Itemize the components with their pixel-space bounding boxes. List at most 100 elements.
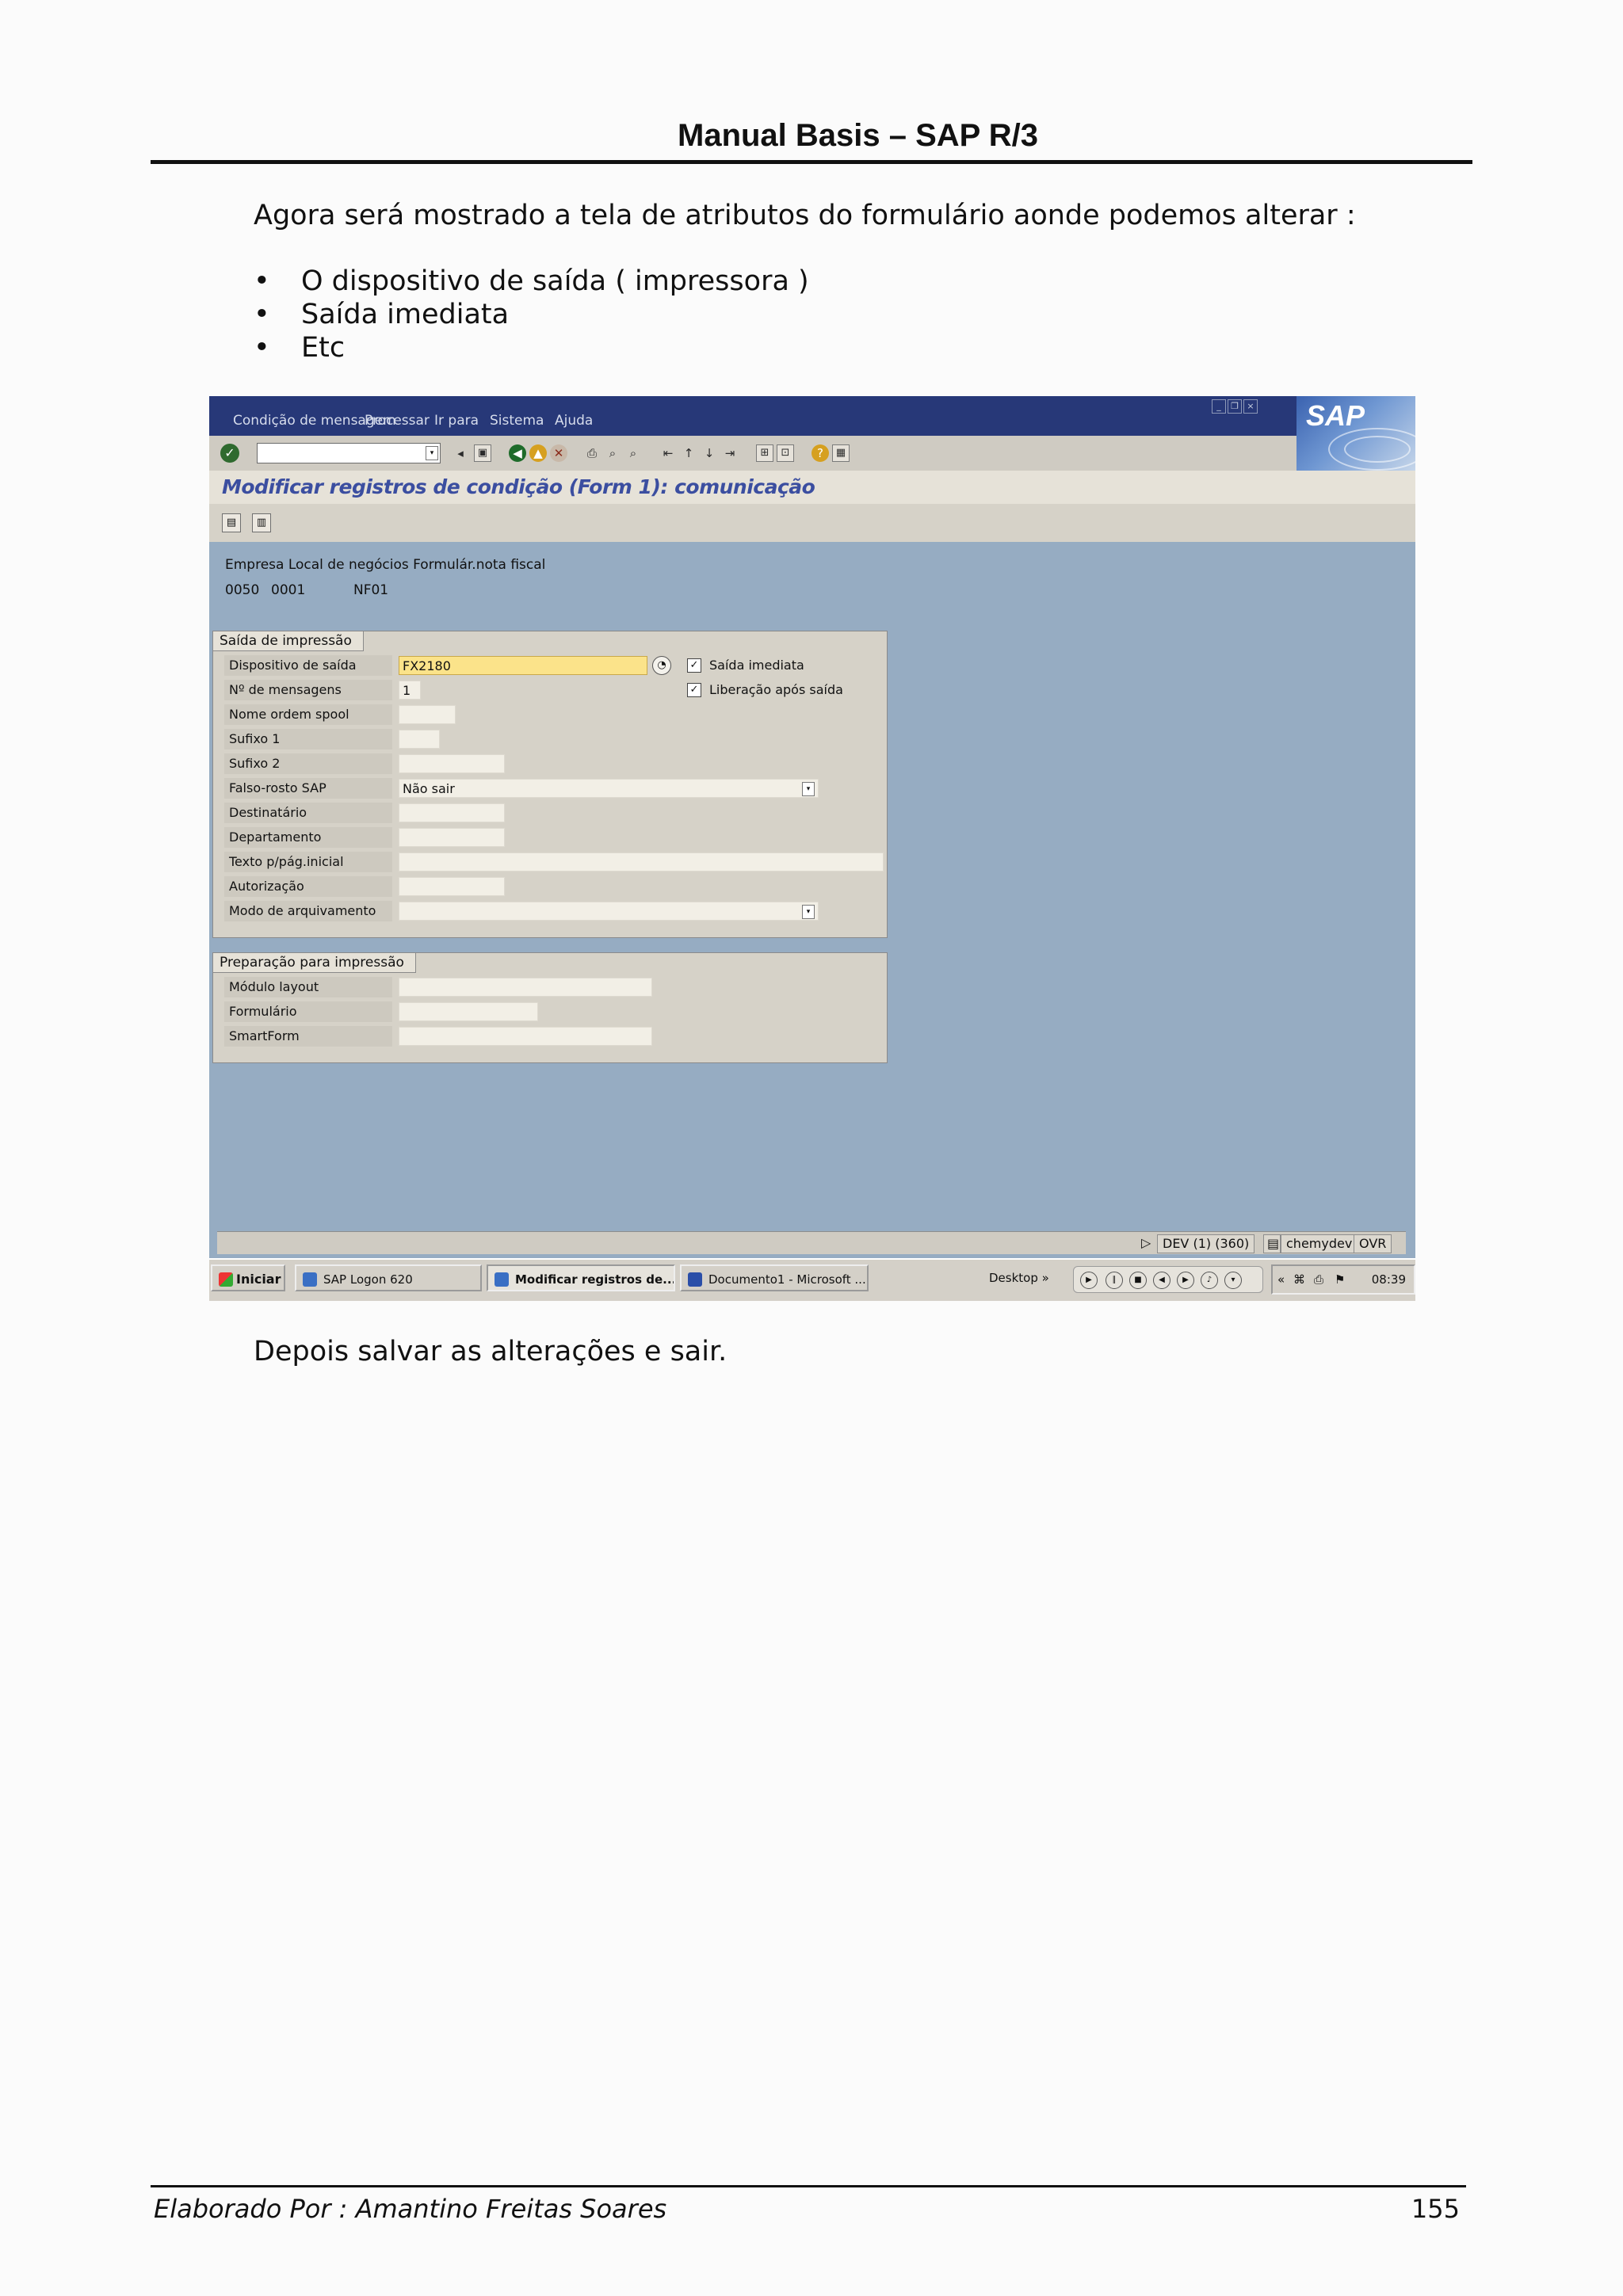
menu-ajuda[interactable]: Ajuda bbox=[555, 413, 593, 429]
sap-logo: SAP bbox=[1296, 396, 1415, 471]
back-arrow-icon[interactable]: ◂ bbox=[452, 444, 469, 462]
value-help-icon[interactable]: ◔ bbox=[652, 656, 671, 675]
logo-ripple bbox=[1328, 428, 1415, 471]
exit-icon[interactable]: ▲ bbox=[529, 444, 547, 462]
traffic-light-icon[interactable]: ⚑ bbox=[1335, 1266, 1345, 1293]
dropdown-icon[interactable]: ▾ bbox=[426, 446, 438, 460]
print-icon[interactable]: ⎙ bbox=[583, 444, 601, 462]
last-page-icon[interactable]: ⇥ bbox=[721, 444, 739, 462]
find-icon[interactable]: ⌕ bbox=[604, 444, 621, 462]
menu-ir-para[interactable]: Ir para bbox=[434, 413, 479, 429]
back-icon[interactable]: ◀ bbox=[509, 444, 526, 462]
find-next-icon[interactable]: ⌕ bbox=[624, 444, 642, 462]
modo-arquivamento-select[interactable]: ▾ bbox=[399, 902, 819, 921]
start-button[interactable]: Iniciar bbox=[211, 1264, 285, 1291]
smartform-input[interactable] bbox=[399, 1027, 652, 1046]
autorizacao-input[interactable] bbox=[399, 877, 505, 896]
shortcut-icon[interactable]: ⊡ bbox=[777, 444, 794, 462]
local-negocios-value: 0001 bbox=[271, 582, 306, 598]
saida-imediata-label: Saída imediata bbox=[709, 658, 804, 673]
desktop-toolbar[interactable]: Desktop » bbox=[989, 1271, 1049, 1285]
details-icon[interactable]: ▤ bbox=[222, 513, 241, 532]
pause-icon[interactable]: ∥ bbox=[1106, 1272, 1123, 1289]
task-sap-logon[interactable]: SAP Logon 620 bbox=[295, 1264, 482, 1291]
group-preparacao-impressao: Preparação para impressão Módulo layout … bbox=[212, 952, 888, 1063]
task-label: Documento1 - Microsoft ... bbox=[708, 1272, 866, 1287]
minimize-icon[interactable]: _ bbox=[1212, 399, 1226, 414]
help-icon[interactable]: ? bbox=[812, 444, 829, 462]
bullet-item: Saída imediata bbox=[254, 298, 809, 331]
standard-toolbar: ✓ ▾ ◂ ▣ ◀ ▲ ✕ ⎙ ⌕ ⌕ ⇤ ↑ ↓ ⇥ ⊞ ⊡ ? ▦ bbox=[209, 436, 1296, 471]
command-field[interactable]: ▾ bbox=[257, 443, 441, 463]
printer-icon[interactable]: ⎙ bbox=[1314, 1266, 1323, 1293]
empresa-value: 0050 bbox=[225, 582, 260, 598]
dispositivo-saida-input[interactable]: FX2180 bbox=[399, 656, 647, 675]
windows-logo-icon bbox=[219, 1272, 233, 1287]
cancel-icon[interactable]: ✕ bbox=[550, 444, 567, 462]
texto-pag-inicial-input[interactable] bbox=[399, 852, 884, 871]
task-modificar-registros[interactable]: Modificar registros de... bbox=[487, 1264, 675, 1291]
dispositivo-value: FX2180 bbox=[403, 658, 451, 673]
sufixo-1-input[interactable] bbox=[399, 730, 440, 749]
document-header: Manual Basis – SAP R/3 bbox=[151, 116, 1472, 164]
first-page-icon[interactable]: ⇤ bbox=[659, 444, 677, 462]
sufixo-2-input[interactable] bbox=[399, 754, 505, 773]
task-documento1[interactable]: Documento1 - Microsoft ... bbox=[680, 1264, 869, 1291]
label-sufixo-1: Sufixo 1 bbox=[224, 729, 392, 749]
status-arrow-icon[interactable]: ▷ bbox=[1136, 1234, 1155, 1252]
saida-imediata-checkbox[interactable]: ✓ bbox=[687, 658, 701, 673]
sap-menubar: Condição de mensagem Processar Ir para S… bbox=[209, 396, 1415, 436]
group-title: Preparação para impressão bbox=[213, 953, 416, 973]
next-icon[interactable]: ▶ bbox=[1177, 1272, 1194, 1289]
next-page-icon[interactable]: ↓ bbox=[701, 444, 718, 462]
menu-sistema[interactable]: Sistema bbox=[490, 413, 544, 429]
communication-icon[interactable]: ▥ bbox=[252, 513, 271, 532]
group-title: Saída de impressão bbox=[213, 631, 364, 651]
departamento-input[interactable] bbox=[399, 828, 505, 847]
media-logo-icon: ▶ bbox=[1080, 1272, 1098, 1289]
modulo-layout-input[interactable] bbox=[399, 978, 652, 997]
label-departamento: Departamento bbox=[224, 827, 392, 848]
status-bar: ▷ DEV (1) (360) ▤ chemydev OVR bbox=[217, 1231, 1406, 1254]
sap-logon-icon bbox=[303, 1272, 317, 1287]
liberacao-apos-saida-checkbox[interactable]: ✓ bbox=[687, 683, 701, 697]
menu-processar[interactable]: Processar bbox=[365, 413, 430, 429]
destinatario-input[interactable] bbox=[399, 803, 505, 822]
media-player-controls: ▶ ∥ ■ ◀ ▶ ♪ ▾ bbox=[1073, 1266, 1263, 1293]
save-icon[interactable]: ▣ bbox=[474, 444, 491, 462]
label-nome-ordem-spool: Nome ordem spool bbox=[224, 704, 392, 725]
document-footer: Elaborado Por : Amantino Freitas Soares … bbox=[151, 2185, 1466, 2224]
media-menu-icon[interactable]: ▾ bbox=[1224, 1272, 1242, 1289]
label-falso-rosto: Falso-rosto SAP bbox=[224, 778, 392, 799]
sap-gui-icon bbox=[495, 1272, 509, 1287]
layout-menu-icon[interactable]: ▦ bbox=[832, 444, 850, 462]
nome-ordem-spool-input[interactable] bbox=[399, 705, 456, 724]
n-mensagens-input[interactable]: 1 bbox=[399, 681, 421, 700]
status-mode: OVR bbox=[1354, 1234, 1392, 1253]
falso-rosto-select[interactable]: Não sair ▾ bbox=[399, 779, 819, 798]
volume-icon[interactable]: ♪ bbox=[1201, 1272, 1218, 1289]
new-session-icon[interactable]: ⊞ bbox=[756, 444, 773, 462]
sap-logo-text: SAP bbox=[1306, 399, 1365, 432]
screen-title: Modificar registros de condição (Form 1)… bbox=[222, 475, 815, 498]
previous-icon[interactable]: ◀ bbox=[1153, 1272, 1170, 1289]
label-sufixo-2: Sufixo 2 bbox=[224, 753, 392, 774]
close-icon[interactable]: × bbox=[1243, 399, 1258, 414]
network-icon[interactable]: ⌘ bbox=[1293, 1266, 1305, 1293]
enter-icon[interactable]: ✓ bbox=[220, 444, 239, 463]
clock: 08:39 bbox=[1371, 1272, 1406, 1287]
bullet-item: O dispositivo de saída ( impressora ) bbox=[254, 265, 809, 298]
restore-icon[interactable]: ❐ bbox=[1228, 399, 1242, 414]
previous-page-icon[interactable]: ↑ bbox=[680, 444, 697, 462]
stop-icon[interactable]: ■ bbox=[1129, 1272, 1147, 1289]
tray-expand-icon[interactable]: « bbox=[1277, 1266, 1285, 1293]
dropdown-icon[interactable]: ▾ bbox=[802, 782, 815, 796]
dropdown-icon[interactable]: ▾ bbox=[802, 905, 815, 919]
sap-screenshot: Condição de mensagem Processar Ir para S… bbox=[209, 396, 1415, 1301]
system-tray: « ⌘ ⎙ ⚑ 08:39 bbox=[1271, 1264, 1415, 1295]
status-info-icon[interactable]: ▤ bbox=[1263, 1234, 1281, 1253]
label-autorizacao: Autorização bbox=[224, 876, 392, 897]
formulario-input[interactable] bbox=[399, 1002, 538, 1021]
liberacao-apos-saida-label: Liberação após saída bbox=[709, 682, 843, 697]
label-smartform: SmartForm bbox=[224, 1026, 392, 1047]
